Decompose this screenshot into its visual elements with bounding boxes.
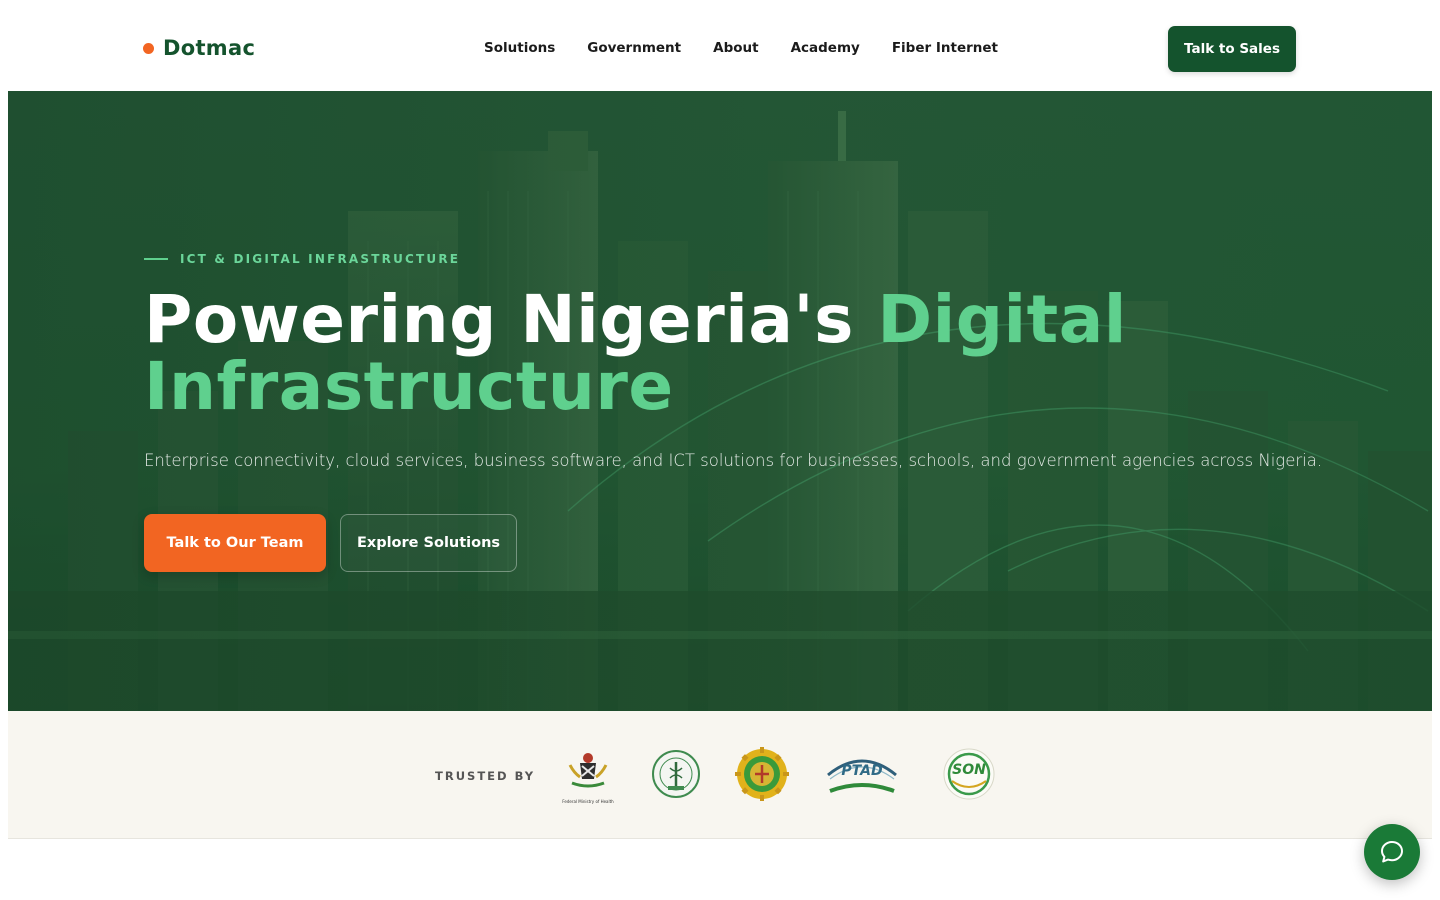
medical-council-seal-logo <box>650 747 702 801</box>
hero-eyebrow: ICT & DIGITAL INFRASTRUCTURE <box>144 252 460 266</box>
nav-link-solutions[interactable]: Solutions <box>484 40 555 56</box>
ptad-logo: PTAD <box>824 747 900 801</box>
gear-emblem-logo <box>734 747 790 801</box>
son-logo: SON <box>940 747 998 801</box>
ptad-text: PTAD <box>841 763 883 779</box>
nav-link-academy[interactable]: Academy <box>791 40 860 56</box>
site-header: Dotmac Solutions Government About Academ… <box>0 0 1440 90</box>
logo-dot-icon <box>143 42 154 54</box>
headline-accent-digital: Digital <box>877 281 1127 358</box>
headline-accent-infrastructure: Infrastructure <box>144 348 674 425</box>
hero-headline: Powering Nigeria's Digital Infrastructure <box>144 286 1127 420</box>
eyebrow-text: ICT & DIGITAL INFRASTRUCTURE <box>180 252 461 266</box>
son-text: SON <box>952 762 986 778</box>
hero-section: ICT & DIGITAL INFRASTRUCTURE Powering Ni… <box>8 91 1432 711</box>
main-nav: Solutions Government About Academy Fiber… <box>484 40 998 56</box>
nav-link-government[interactable]: Government <box>587 40 681 56</box>
hero-subtext: Enterprise connectivity, cloud services,… <box>144 451 1323 470</box>
coat-of-arms-caption: Federal Ministry of Health <box>562 799 614 804</box>
trusted-by-section: TRUSTED BY Federal Ministry of Health PT… <box>8 711 1432 839</box>
brand-logo[interactable]: Dotmac <box>143 36 255 60</box>
trusted-by-label: TRUSTED BY <box>435 769 536 783</box>
talk-to-our-team-button[interactable]: Talk to Our Team <box>144 514 326 572</box>
explore-solutions-button[interactable]: Explore Solutions <box>340 514 517 572</box>
nav-link-fiber-internet[interactable]: Fiber Internet <box>892 40 998 56</box>
headline-text: Powering Nigeria's <box>144 281 878 358</box>
brand-name: Dotmac <box>163 36 256 60</box>
nav-link-about[interactable]: About <box>713 40 758 56</box>
talk-to-sales-button[interactable]: Talk to Sales <box>1168 26 1296 72</box>
coat-of-arms-logo <box>560 747 616 801</box>
chat-widget-button[interactable] <box>1364 824 1420 880</box>
eyebrow-line <box>144 258 168 260</box>
chat-bubble-icon <box>1381 841 1403 863</box>
